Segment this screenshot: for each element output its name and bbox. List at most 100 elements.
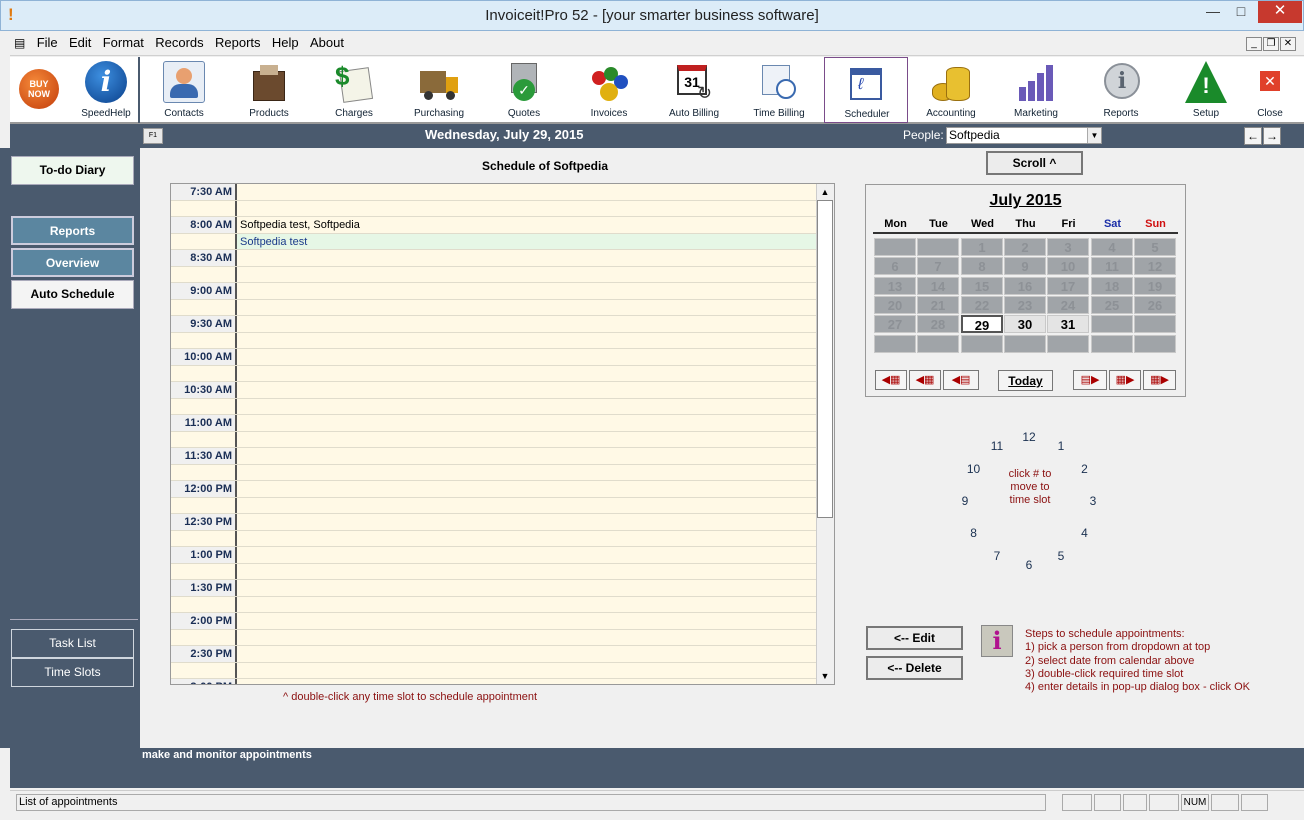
time-slot-row[interactable]: 11:00 AM bbox=[171, 415, 817, 432]
clock-number[interactable]: 1 bbox=[1051, 439, 1071, 453]
time-slot-row[interactable] bbox=[171, 530, 817, 547]
calendar-day[interactable]: 30 bbox=[1004, 315, 1046, 333]
time-slot-row[interactable] bbox=[171, 596, 817, 613]
prev-quarter-icon[interactable]: ◀▦ bbox=[909, 370, 941, 390]
clock-number[interactable]: 3 bbox=[1083, 494, 1103, 508]
calendar-day[interactable]: 8 bbox=[961, 257, 1003, 275]
scheduler-button[interactable]: ℓ Scheduler bbox=[824, 57, 908, 123]
task-list-button[interactable]: Task List bbox=[11, 629, 134, 658]
calendar-day[interactable]: 28 bbox=[917, 315, 959, 333]
menu-about[interactable]: About bbox=[306, 32, 348, 54]
menu-edit[interactable]: Edit bbox=[65, 32, 95, 54]
time-slot-row[interactable] bbox=[171, 629, 817, 646]
calendar-day[interactable]: 29 bbox=[961, 315, 1003, 333]
calendar-day[interactable]: 22 bbox=[961, 296, 1003, 314]
buy-now-button[interactable]: BUY NOW bbox=[10, 57, 70, 123]
overview-button[interactable]: Overview bbox=[11, 248, 134, 277]
calendar-day[interactable]: 20 bbox=[874, 296, 916, 314]
scroll-down-icon[interactable]: ▼ bbox=[817, 668, 833, 684]
time-slot-row[interactable]: 10:00 AM bbox=[171, 349, 817, 366]
calendar-day[interactable]: 27 bbox=[874, 315, 916, 333]
prev-year-icon[interactable]: ◀▦ bbox=[875, 370, 907, 390]
delete-button[interactable]: <-- Delete bbox=[866, 656, 963, 680]
calendar-day[interactable]: 18 bbox=[1091, 277, 1133, 295]
calendar-day[interactable]: 13 bbox=[874, 277, 916, 295]
schedule-grid[interactable]: 7:30 AM 8:00 AM Softpedia test, Softpedia S… bbox=[170, 183, 835, 685]
clock-number[interactable]: 7 bbox=[987, 549, 1007, 563]
auto-schedule-button[interactable]: Auto Schedule bbox=[11, 280, 134, 309]
menu-reports[interactable]: Reports bbox=[211, 32, 265, 54]
calendar-day[interactable]: 11 bbox=[1091, 257, 1133, 275]
clock-number[interactable]: 8 bbox=[964, 526, 984, 540]
mdi-minimize-icon[interactable]: _ bbox=[1246, 37, 1262, 51]
mdi-restore-icon[interactable]: ❐ bbox=[1263, 37, 1279, 51]
dropdown-arrow-icon[interactable]: ▼ bbox=[1087, 128, 1101, 143]
time-slot-row[interactable]: 1:00 PM bbox=[171, 547, 817, 564]
calendar-day[interactable]: 16 bbox=[1004, 277, 1046, 295]
time-billing-button[interactable]: Time Billing bbox=[737, 57, 821, 123]
time-slot-row[interactable] bbox=[171, 464, 817, 481]
calendar-day[interactable]: 15 bbox=[961, 277, 1003, 295]
next-month-icon[interactable]: ▤▶ bbox=[1073, 370, 1107, 390]
menu-file[interactable]: File bbox=[33, 32, 62, 54]
time-slot-row[interactable] bbox=[171, 398, 817, 415]
edit-button[interactable]: <-- Edit bbox=[866, 626, 963, 650]
scroll-up-icon[interactable]: ▲ bbox=[817, 184, 833, 200]
time-slot-row[interactable]: 9:30 AM bbox=[171, 316, 817, 333]
time-slot-row[interactable]: 3:00 PM bbox=[171, 679, 817, 684]
menu-records[interactable]: Records bbox=[151, 32, 207, 54]
system-menu-icon[interactable]: ▤ bbox=[10, 32, 29, 54]
clock-number[interactable]: 2 bbox=[1074, 462, 1094, 476]
next-year-icon[interactable]: ▦▶ bbox=[1143, 370, 1176, 390]
calendar-day[interactable]: 12 bbox=[1134, 257, 1176, 275]
time-slot-row[interactable]: 9:00 AM bbox=[171, 283, 817, 300]
accounting-button[interactable]: Accounting bbox=[909, 57, 993, 123]
contacts-button[interactable]: Contacts bbox=[142, 57, 226, 123]
products-button[interactable]: Products bbox=[227, 57, 311, 123]
calendar-day[interactable]: 21 bbox=[917, 296, 959, 314]
menu-help[interactable]: Help bbox=[268, 32, 303, 54]
back-arrow-icon[interactable]: ← bbox=[1244, 127, 1262, 145]
calendar-day[interactable]: 9 bbox=[1004, 257, 1046, 275]
time-slot-row[interactable] bbox=[171, 299, 817, 316]
calendar-day[interactable]: 19 bbox=[1134, 277, 1176, 295]
time-slot-row[interactable] bbox=[171, 563, 817, 580]
next-quarter-icon[interactable]: ▦▶ bbox=[1109, 370, 1141, 390]
time-slot-row[interactable] bbox=[171, 497, 817, 514]
time-slot-row[interactable]: 10:30 AM bbox=[171, 382, 817, 399]
f1-button[interactable]: F1 bbox=[143, 128, 163, 144]
scroll-button[interactable]: Scroll ^ bbox=[986, 151, 1083, 175]
quotes-button[interactable]: ✓ Quotes bbox=[482, 57, 566, 123]
calendar-day[interactable]: 31 bbox=[1047, 315, 1089, 333]
time-slot-row[interactable]: 7:30 AM bbox=[171, 184, 817, 201]
marketing-button[interactable]: Marketing bbox=[994, 57, 1078, 123]
clock-number[interactable]: 5 bbox=[1051, 549, 1071, 563]
reports-side-button[interactable]: Reports bbox=[11, 216, 134, 245]
calendar-day[interactable]: 1 bbox=[961, 238, 1003, 256]
appointment-entry[interactable]: Softpedia test bbox=[239, 234, 307, 250]
time-slot-row[interactable]: 1:30 PM bbox=[171, 580, 817, 597]
invoices-button[interactable]: Invoices bbox=[567, 57, 651, 123]
clock-number[interactable]: 4 bbox=[1074, 526, 1094, 540]
minimize-icon[interactable]: — bbox=[1200, 1, 1226, 23]
appointment-entry[interactable]: Softpedia test, Softpedia bbox=[239, 217, 360, 233]
reports-button[interactable]: i Reports bbox=[1079, 57, 1163, 123]
calendar-day[interactable]: 5 bbox=[1134, 238, 1176, 256]
time-slot-row[interactable]: 12:00 PM bbox=[171, 481, 817, 498]
calendar-day[interactable]: 4 bbox=[1091, 238, 1133, 256]
calendar-day[interactable]: 25 bbox=[1091, 296, 1133, 314]
charges-button[interactable]: $ Charges bbox=[312, 57, 396, 123]
forward-arrow-icon[interactable]: → bbox=[1263, 127, 1281, 145]
people-dropdown[interactable]: Softpedia ▼ bbox=[946, 127, 1102, 144]
calendar-day[interactable]: 3 bbox=[1047, 238, 1089, 256]
time-slot-row[interactable]: 2:30 PM bbox=[171, 646, 817, 663]
time-slot-row[interactable]: 8:30 AM bbox=[171, 250, 817, 267]
calendar-day[interactable]: 6 bbox=[874, 257, 916, 275]
time-slot-row[interactable]: 11:30 AM bbox=[171, 448, 817, 465]
time-slot-row[interactable] bbox=[171, 200, 817, 217]
time-slot-row[interactable]: 8:00 AM Softpedia test, Softpedia bbox=[171, 217, 817, 234]
calendar-day[interactable]: 14 bbox=[917, 277, 959, 295]
auto-billing-button[interactable]: 31 ↻ Auto Billing bbox=[652, 57, 736, 123]
clock-number[interactable]: 6 bbox=[1019, 558, 1039, 572]
time-slot-row[interactable]: Softpedia test bbox=[171, 233, 817, 250]
